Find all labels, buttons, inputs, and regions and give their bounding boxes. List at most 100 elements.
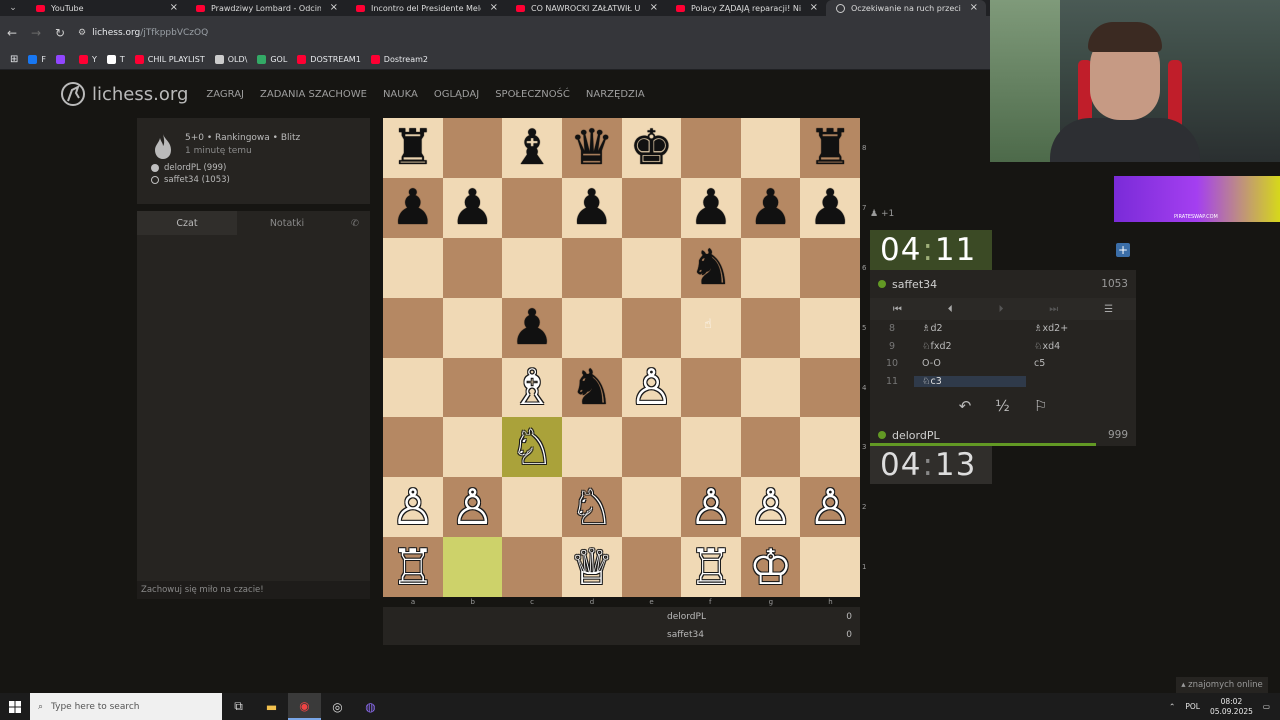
site-info-icon[interactable]: ⚙ [78,28,86,38]
menu-icon[interactable]: ☰ [1104,304,1113,315]
chess-piece[interactable]: ♟ [450,183,494,232]
takeback-icon[interactable]: ↶ [959,397,972,415]
discord-icon[interactable]: ◍ [354,693,387,720]
black-move[interactable]: ♘xd4 [1026,341,1136,352]
square-e4[interactable]: ♙ [621,357,682,418]
square-h1[interactable] [800,537,860,597]
apps-grid-icon[interactable]: ⊞ [10,54,18,65]
square-a5[interactable] [383,297,443,358]
chess-piece[interactable]: ♙ [450,483,494,532]
browser-tab[interactable]: YouTube × [26,0,186,16]
chess-piece[interactable]: ♗ [510,363,554,412]
close-tab-icon[interactable]: × [330,2,338,13]
last-move-icon[interactable]: ⏭ [1049,304,1058,315]
square-g5[interactable] [740,297,801,358]
offer-draw-button[interactable]: ½ [995,397,1010,415]
square-g4[interactable] [740,357,801,418]
opponent-name[interactable]: saffet34 [892,278,937,291]
square-g1[interactable]: ♔ [740,537,801,597]
forward-icon[interactable]: → [24,26,48,40]
phone-icon[interactable]: ✆ [340,211,370,235]
square-f6[interactable]: ♞ [681,237,741,298]
chess-piece[interactable]: ♖ [689,543,733,592]
back-icon[interactable]: ← [0,26,24,40]
close-tab-icon[interactable]: × [170,2,178,13]
spectators-count[interactable]: ♟ +1 [870,209,894,219]
chess-piece[interactable]: ♕ [570,543,614,592]
chess-piece[interactable]: ♟ [808,183,852,232]
chess-piece[interactable]: ♛ [570,123,614,172]
chess-piece[interactable]: ♝ [510,123,554,172]
square-b7[interactable]: ♟ [442,177,503,238]
browser-tab[interactable]: Oczekiwanie na ruch przeciwnik × [826,0,986,16]
white-move[interactable]: ♗d2 [914,323,1026,334]
nav-item[interactable]: SPOŁECZNOŚĆ [495,89,570,100]
bookmark-item[interactable]: F [28,55,46,64]
reload-icon[interactable]: ↻ [48,26,72,40]
square-d1[interactable]: ♕ [561,537,622,597]
chess-piece[interactable]: ♟ [689,183,733,232]
bookmark-item[interactable]: T [106,55,125,64]
white-player-entry[interactable]: delordPL (999) [151,162,356,174]
square-a6[interactable] [383,237,443,298]
close-tab-icon[interactable]: × [970,2,978,13]
square-h4[interactable] [800,357,860,418]
bookmark-item[interactable]: Y [79,55,97,64]
square-g7[interactable]: ♟ [740,177,801,238]
square-c5[interactable]: ♟ [502,297,562,358]
square-b5[interactable] [442,297,503,358]
friends-online-button[interactable]: ▴ znajomych online [1176,677,1268,693]
chess-board[interactable]: ♜ ♝ ♛ ♚ ♜ ♟ ♟ ♟ ♟ ♟ ♟ ♞ ♟ ♗ ♞ ♙ ♘ ♙ ♙ ♘ ♙ ♙ ♙ ♖ ♕ ♖ ♔ [383,118,860,597]
taskbar-clock[interactable]: 08:02 05.09.2025 [1210,697,1253,717]
square-b6[interactable] [442,237,503,298]
nav-item[interactable]: ZADANIA SZACHOWE [260,89,367,100]
bookmark-item[interactable]: OLD\ [214,55,247,64]
url-field[interactable]: ⚙ lichess.org/jTfkppbVCzOQ [78,28,208,38]
browser-tab[interactable]: Polacy ŻĄDAJĄ reparacji! Niem × [666,0,826,16]
square-a4[interactable] [383,357,443,418]
square-d8[interactable]: ♛ [561,118,622,178]
square-e3[interactable] [621,417,682,478]
square-c2[interactable] [502,477,562,538]
square-e7[interactable] [621,177,682,238]
square-f3[interactable] [681,417,741,478]
square-a8[interactable]: ♜ [383,118,443,178]
square-b4[interactable] [442,357,503,418]
chess-piece[interactable]: ♙ [749,483,793,532]
obs-icon[interactable]: ◎ [321,693,354,720]
square-b8[interactable] [442,118,503,178]
player-name[interactable]: delordPL [892,429,940,442]
windows-start-icon[interactable] [0,693,30,720]
nav-item[interactable]: NARZĘDZIA [586,89,645,100]
square-h5[interactable] [800,297,860,358]
square-d4[interactable]: ♞ [561,357,622,418]
square-c8[interactable]: ♝ [502,118,562,178]
chess-piece[interactable]: ♔ [749,543,793,592]
square-h7[interactable]: ♟ [800,177,860,238]
black-move[interactable]: c5 [1026,358,1136,369]
black-move[interactable]: ♗xd2+ [1026,323,1136,334]
chess-piece[interactable]: ♟ [510,303,554,352]
bookmark-item[interactable]: CHIL PLAYLIST [134,55,205,64]
bookmark-item[interactable] [56,55,69,64]
square-b3[interactable] [442,417,503,478]
chess-piece[interactable]: ♘ [570,483,614,532]
square-d5[interactable] [561,297,622,358]
square-g3[interactable] [740,417,801,478]
browser-tab[interactable]: CO NAWROCKI ZAŁATWIŁ U TR × [506,0,666,16]
square-c3[interactable]: ♘ [502,417,562,478]
black-player-entry[interactable]: saffet34 (1053) [151,174,356,186]
square-e5[interactable] [621,297,682,358]
square-f4[interactable] [681,357,741,418]
task-view-icon[interactable]: ⧉ [222,693,255,720]
site-logo[interactable]: lichess.org [60,81,188,107]
square-e1[interactable] [621,537,682,597]
chess-piece[interactable]: ♟ [570,183,614,232]
white-move[interactable]: ♘fxd2 [914,341,1026,352]
square-b1[interactable] [442,537,503,597]
square-h3[interactable] [800,417,860,478]
chess-piece[interactable]: ♞ [689,243,733,292]
notifications-icon[interactable]: ▭ [1263,702,1270,711]
nav-item[interactable]: NAUKA [383,89,418,100]
close-tab-icon[interactable]: × [490,2,498,13]
